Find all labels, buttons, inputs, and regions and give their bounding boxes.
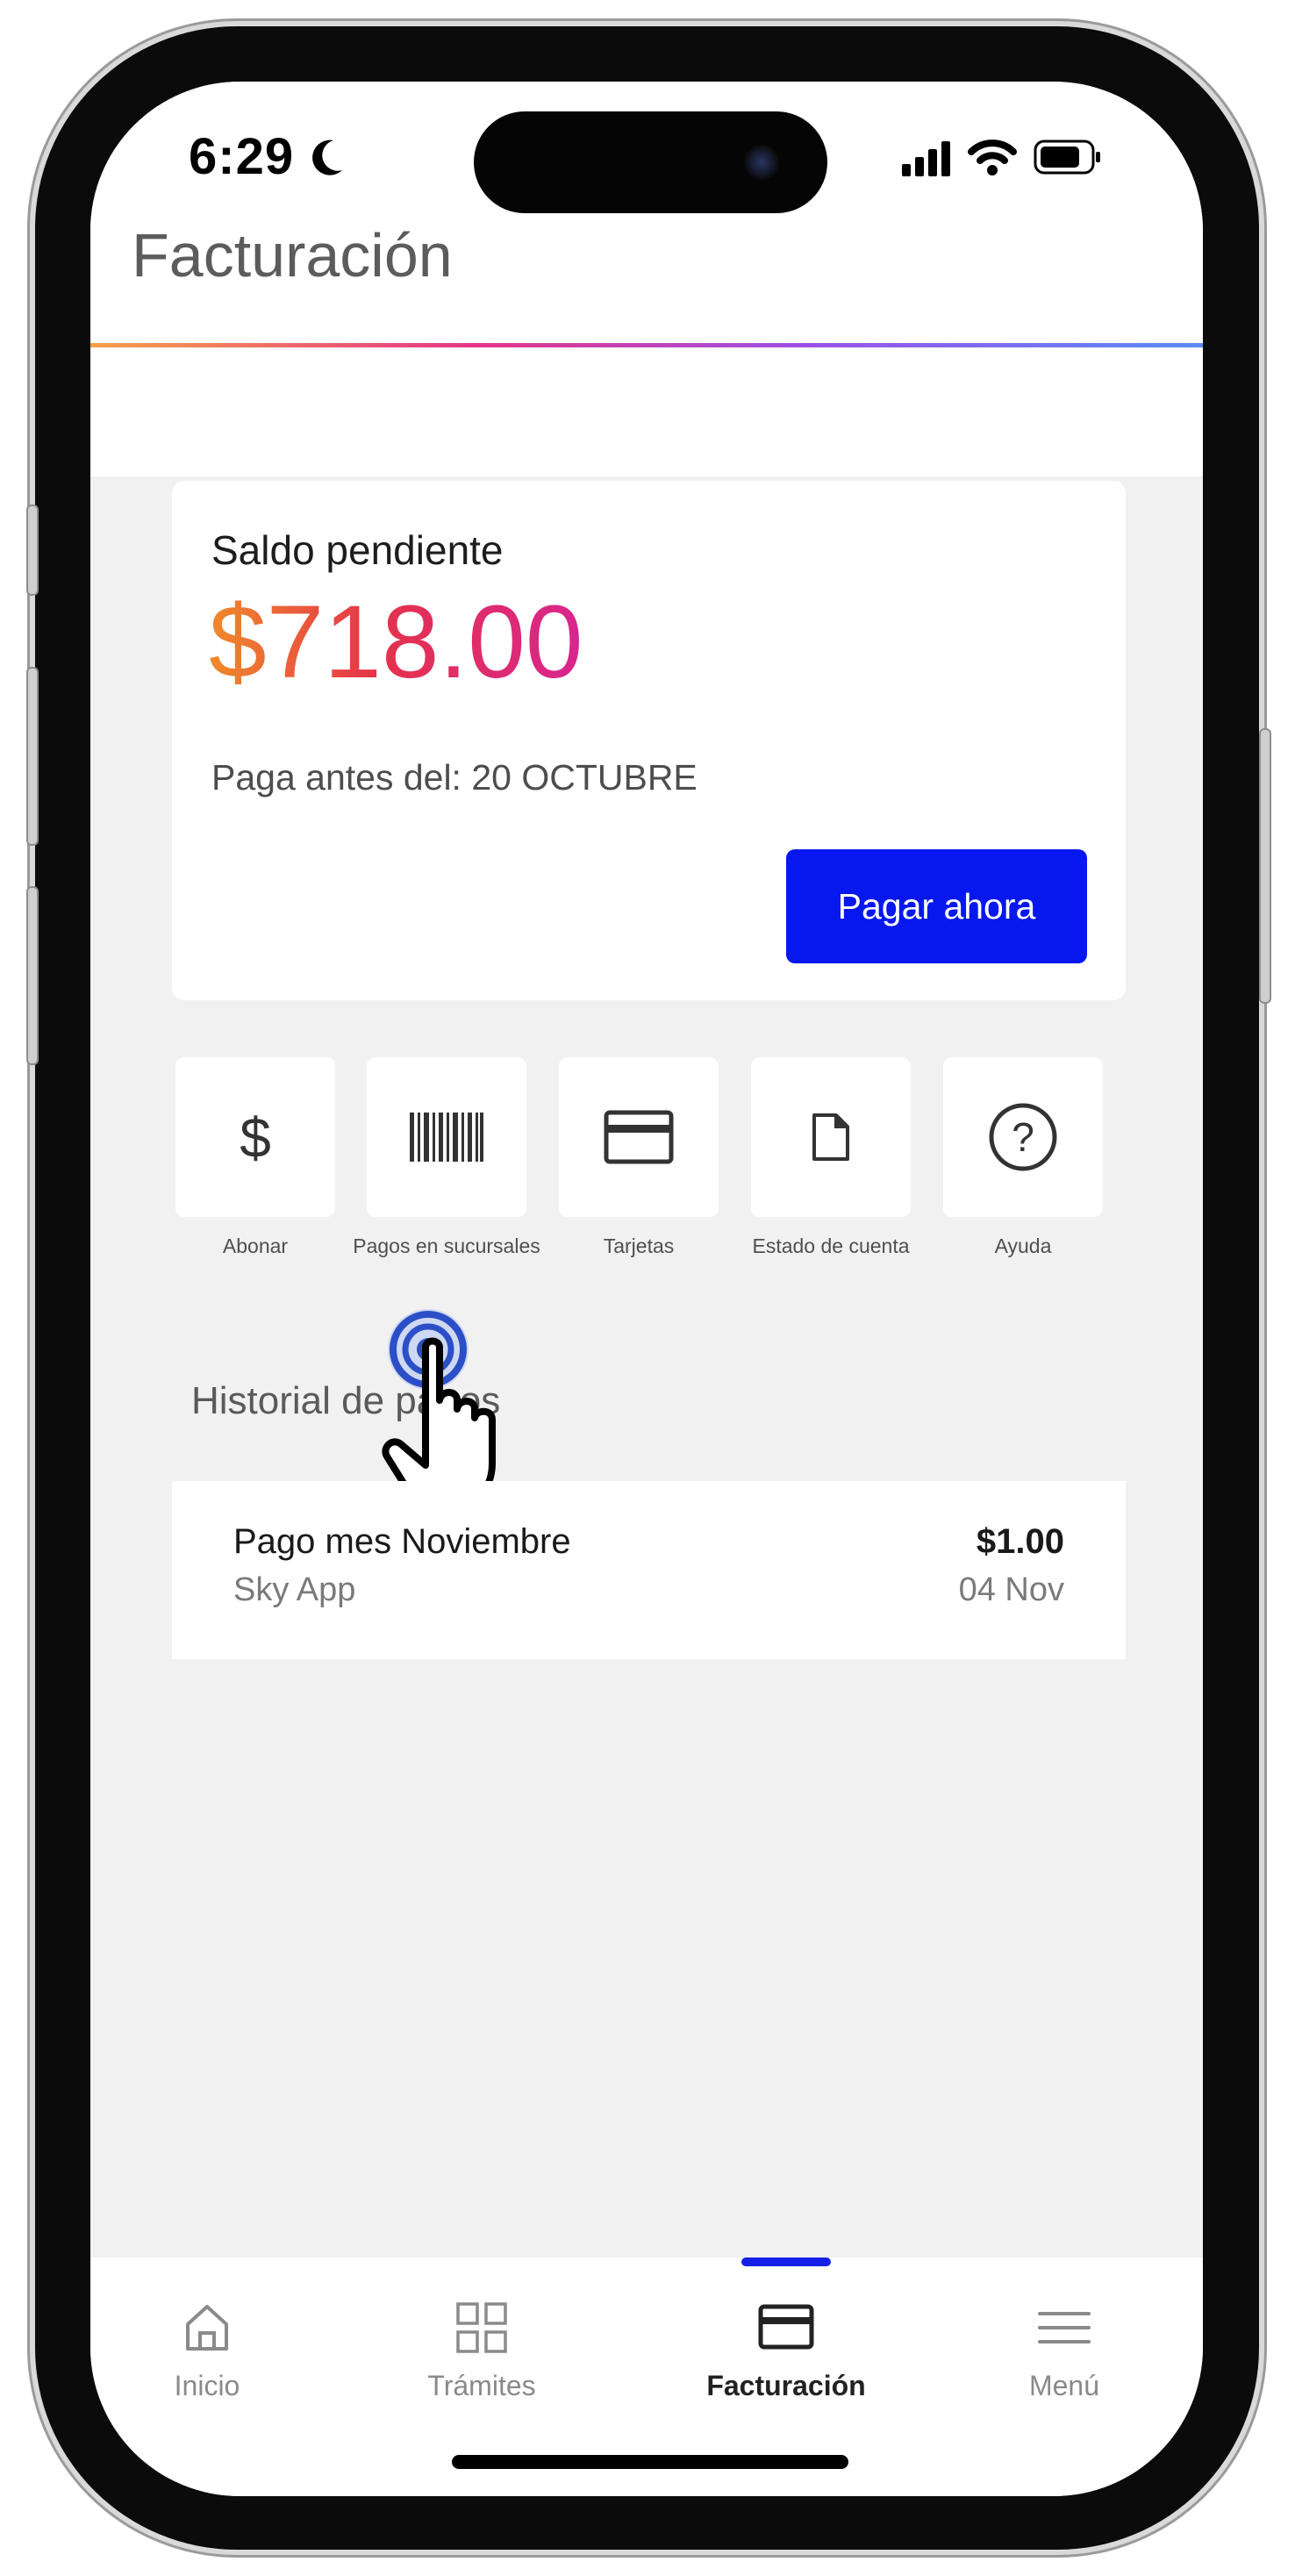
svg-text:?: ?	[1012, 1114, 1034, 1160]
grid-icon	[456, 2302, 507, 2353]
card-icon	[604, 1110, 674, 1164]
action-label-abonar: Abonar	[222, 1234, 289, 1257]
camera-icon	[744, 145, 779, 180]
nav-label-menu: Menú	[1028, 2370, 1100, 2401]
nav-label-tramites: Trámites	[427, 2370, 536, 2401]
history-item-name: Pago mes Noviembre	[233, 1522, 571, 1561]
action-label-ayuda: Ayuda	[994, 1234, 1052, 1257]
signal-icon	[902, 141, 950, 176]
document-icon	[812, 1113, 849, 1161]
pay-now-label: Pagar ahora	[837, 885, 1036, 927]
action-pagos-sucursales[interactable]	[367, 1057, 526, 1217]
home-indicator[interactable]	[452, 2455, 848, 2469]
active-tab-indicator	[741, 2258, 831, 2266]
barcode-icon	[410, 1113, 483, 1162]
pagos-sucursales-tile[interactable]	[367, 1057, 526, 1217]
page-title: Facturación	[132, 221, 453, 290]
due-date-text: Paga antes del: 20 OCTUBRE	[211, 757, 698, 798]
history-item-amount: $1.00	[976, 1522, 1064, 1561]
nav-label-facturacion: Facturación	[706, 2370, 866, 2401]
svg-text:$: $	[240, 1106, 271, 1168]
nav-inicio[interactable]: Inicio	[93, 2301, 321, 2402]
abonar-tile[interactable]: $	[175, 1057, 335, 1217]
estado-cuenta-tile[interactable]	[751, 1057, 911, 1217]
balance-amount: $718.00	[209, 584, 583, 700]
status-time: 6:29	[189, 127, 344, 186]
status-bar: 6:29	[90, 82, 1203, 213]
history-item-source: Sky App	[233, 1571, 356, 1608]
balance-label: Saldo pendiente	[211, 527, 504, 573]
dollar-icon: $	[240, 1106, 271, 1168]
help-icon: ?	[989, 1103, 1057, 1171]
mute-switch	[26, 504, 39, 596]
moon-icon	[312, 140, 343, 175]
status-time-text: 6:29	[189, 128, 295, 185]
header: Facturación	[90, 213, 1203, 476]
volume-down-button	[26, 886, 39, 1065]
action-estado-cuenta[interactable]	[751, 1057, 911, 1217]
tarjetas-tile[interactable]	[559, 1057, 719, 1217]
card-icon	[758, 2304, 814, 2350]
action-abonar[interactable]: $	[175, 1057, 335, 1217]
pay-now-button[interactable]: Pagar ahora	[786, 849, 1087, 963]
nav-tramites[interactable]: Trámites	[368, 2301, 596, 2402]
nav-facturacion[interactable]: Facturación	[672, 2301, 900, 2402]
history-item[interactable]: Pago mes Noviembre Sky App $1.00 04 Nov	[172, 1481, 1126, 1659]
battery-icon	[1034, 140, 1100, 175]
history-item-date: 04 Nov	[958, 1571, 1064, 1608]
nav-label-inicio: Inicio	[174, 2370, 240, 2401]
action-label-pagos-sucursales: Pagos en sucursales	[353, 1234, 540, 1257]
ayuda-tile[interactable]: ?	[943, 1057, 1103, 1217]
action-ayuda[interactable]: ?	[943, 1057, 1103, 1217]
home-icon	[186, 2305, 228, 2351]
nav-menu[interactable]: Menú	[950, 2301, 1178, 2402]
action-label-tarjetas: Tarjetas	[603, 1234, 675, 1257]
menu-icon	[1038, 2312, 1091, 2343]
action-tarjetas[interactable]	[559, 1057, 719, 1217]
balance-card: Saldo pendiente $718.00 Paga antes del: …	[172, 481, 1126, 1000]
phone-screen: 6:29 Facturación Saldo pendiente $718.00…	[90, 82, 1203, 2496]
volume-up-button	[26, 667, 39, 846]
power-button	[1259, 728, 1271, 1004]
header-gradient-line	[90, 343, 1203, 347]
action-label-estado-cuenta: Estado de cuenta	[752, 1234, 910, 1257]
wifi-icon	[968, 140, 1017, 175]
